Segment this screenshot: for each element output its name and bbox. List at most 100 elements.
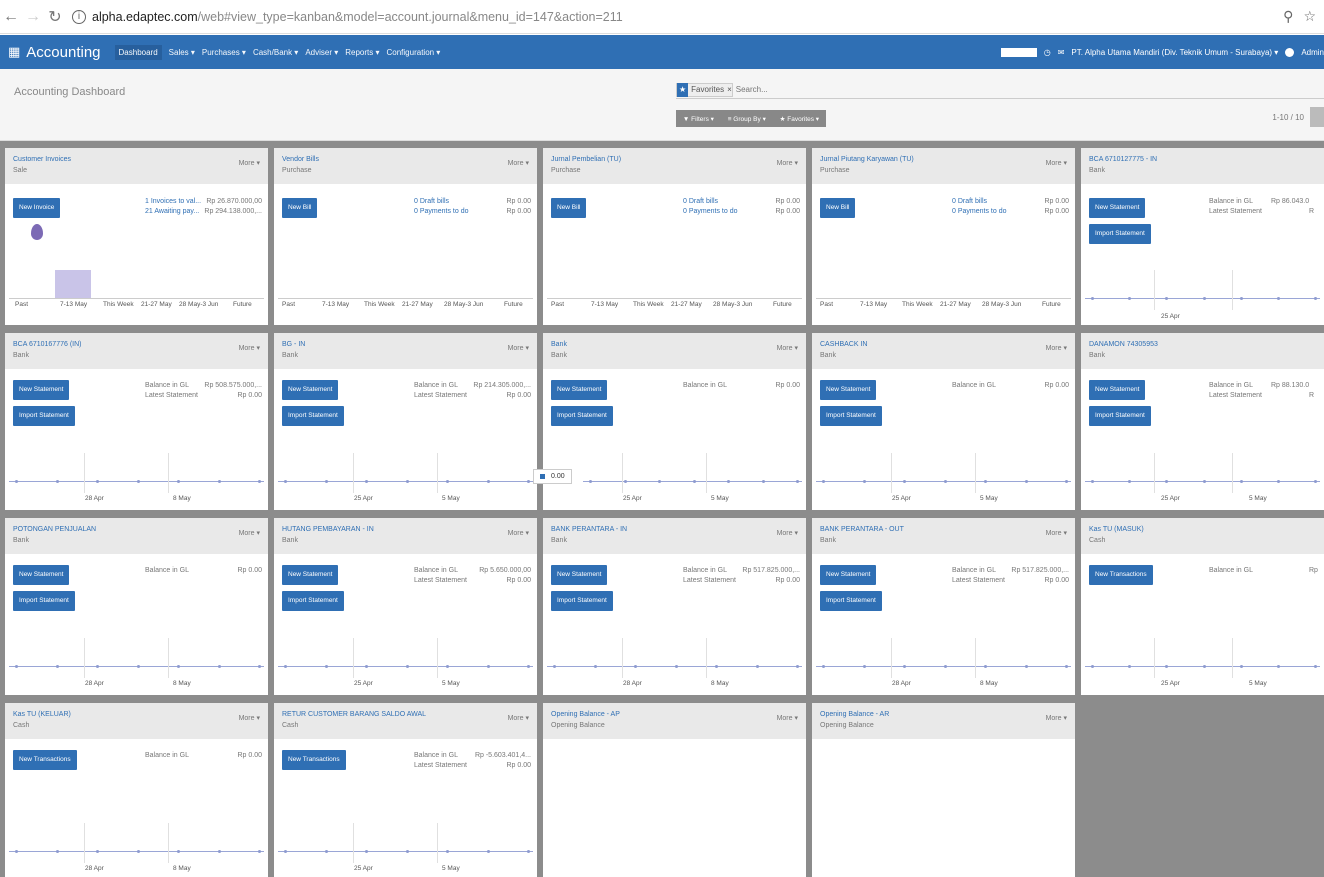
more-dropdown[interactable]: More ▾ <box>508 159 529 167</box>
more-dropdown[interactable]: More ▾ <box>777 344 798 352</box>
filters-button[interactable]: ▼ Filters ▾ <box>683 115 714 123</box>
more-dropdown[interactable]: More ▾ <box>239 714 260 722</box>
new-invoice-button[interactable]: New Invoice <box>13 198 61 218</box>
address-bar[interactable]: i alpha.edaptec.com/web#view_type=kanban… <box>72 9 623 24</box>
pager-next-button[interactable] <box>1310 107 1324 127</box>
import-statement-button[interactable]: Import Statement <box>1089 224 1151 244</box>
journal-title[interactable]: CASHBACK IN <box>820 341 867 348</box>
payments-to-do-link[interactable]: 0 Payments to do <box>414 208 468 215</box>
journal-title[interactable]: BANK PERANTARA - OUT <box>820 526 904 533</box>
menu-adviser[interactable]: Adviser ▾ <box>305 48 338 57</box>
more-dropdown[interactable]: More ▾ <box>1046 529 1067 537</box>
new-statement-button[interactable]: New Statement <box>13 565 70 585</box>
more-dropdown[interactable]: More ▾ <box>239 344 260 352</box>
journal-card[interactable]: Vendor Bills Purchase More ▾ New Bill 0 Dr… <box>274 148 537 325</box>
journal-title[interactable]: Customer Invoices <box>13 156 71 163</box>
journal-title[interactable]: Kas TU (MASUK) <box>1089 526 1144 533</box>
more-dropdown[interactable]: More ▾ <box>239 529 260 537</box>
journal-card[interactable]: DANAMON 74305953 Bank New Statement Impor… <box>1081 333 1324 510</box>
reload-icon[interactable]: ↻ <box>44 7 66 27</box>
new-statement-button[interactable]: New Statement <box>551 565 608 585</box>
menu-purchases[interactable]: Purchases ▾ <box>202 48 246 57</box>
new-transactions-button[interactable]: New Transactions <box>13 750 77 770</box>
journal-card[interactable]: Kas TU (MASUK) Cash New Transactions Bala… <box>1081 518 1324 695</box>
journal-card[interactable]: HUTANG PEMBAYARAN - IN Bank More ▾ New Sta… <box>274 518 537 695</box>
new-statement-button[interactable]: New Statement <box>282 380 339 400</box>
journal-title[interactable]: Bank <box>551 341 567 348</box>
new-statement-button[interactable]: New Statement <box>1089 198 1146 218</box>
new-bill-button[interactable]: New Bill <box>820 198 856 218</box>
groupby-button[interactable]: ≡ Group By ▾ <box>728 115 766 123</box>
import-statement-button[interactable]: Import Statement <box>820 406 882 426</box>
search-input[interactable] <box>735 85 936 94</box>
menu-cash-bank[interactable]: Cash/Bank ▾ <box>253 48 298 57</box>
journal-title[interactable]: Jurnal Pembelian (TU) <box>551 156 621 163</box>
import-statement-button[interactable]: Import Statement <box>551 591 613 611</box>
menu-sales[interactable]: Sales ▾ <box>169 48 195 57</box>
journal-card[interactable]: Kas TU (KELUAR) Cash More ▾ New Transactio… <box>5 703 268 877</box>
import-statement-button[interactable]: Import Statement <box>1089 406 1151 426</box>
import-statement-button[interactable]: Import Statement <box>282 591 344 611</box>
payments-to-do-link[interactable]: 0 Payments to do <box>952 208 1006 215</box>
new-statement-button[interactable]: New Statement <box>551 380 608 400</box>
journal-title[interactable]: BCA 6710127775 - IN <box>1089 156 1157 163</box>
journal-title[interactable]: Jurnal Piutang Karyawan (TU) <box>820 156 914 163</box>
more-dropdown[interactable]: More ▾ <box>777 529 798 537</box>
import-statement-button[interactable]: Import Statement <box>282 406 344 426</box>
journal-title[interactable]: DANAMON 74305953 <box>1089 341 1158 348</box>
journal-card[interactable]: Customer Invoices Sale More ▾ New Invoice … <box>5 148 268 325</box>
journal-title[interactable]: POTONGAN PENJUALAN <box>13 526 96 533</box>
more-dropdown[interactable]: More ▾ <box>777 159 798 167</box>
new-statement-button[interactable]: New Statement <box>1089 380 1146 400</box>
journal-card[interactable]: Bank Bank More ▾ New Statement Import Stat… <box>533 333 806 510</box>
import-statement-button[interactable]: Import Statement <box>13 406 75 426</box>
draft-bills-link[interactable]: 0 Draft bills <box>414 198 449 205</box>
journal-title[interactable]: RETUR CUSTOMER BARANG SALDO AWAL <box>282 711 426 718</box>
bookmark-star-icon[interactable]: ☆ <box>1303 8 1316 25</box>
chat-icon[interactable]: ✉ <box>1058 48 1065 57</box>
new-transactions-button[interactable]: New Transactions <box>1089 565 1153 585</box>
more-dropdown[interactable]: More ▾ <box>239 159 260 167</box>
avatar[interactable] <box>1285 47 1295 57</box>
import-statement-button[interactable]: Import Statement <box>13 591 75 611</box>
more-dropdown[interactable]: More ▾ <box>508 529 529 537</box>
journal-title[interactable]: Opening Balance - AP <box>551 711 620 718</box>
draft-bills-link[interactable]: 0 Draft bills <box>952 198 987 205</box>
favorites-button[interactable]: ★ Favorites ▾ <box>780 115 819 123</box>
more-dropdown[interactable]: More ▾ <box>1046 714 1067 722</box>
pager-value[interactable]: 1-10 / 10 <box>1272 113 1304 122</box>
journal-card[interactable]: CASHBACK IN Bank More ▾ New Statement Impo… <box>812 333 1075 510</box>
clock-icon[interactable]: ◷ <box>1044 48 1051 57</box>
journal-card[interactable]: RETUR CUSTOMER BARANG SALDO AWAL Cash More… <box>274 703 537 877</box>
new-bill-button[interactable]: New Bill <box>551 198 587 218</box>
app-title[interactable]: Accounting <box>26 44 100 61</box>
search-facet[interactable]: ★ Favorites × <box>676 82 733 97</box>
journal-card[interactable]: Jurnal Piutang Karyawan (TU) Purchase More… <box>812 148 1075 325</box>
apps-grid-icon[interactable]: ▦ <box>8 44 20 60</box>
payments-to-do-link[interactable]: 0 Payments to do <box>683 208 737 215</box>
new-statement-button[interactable]: New Statement <box>820 565 877 585</box>
invoices-to-validate-link[interactable]: 1 Invoices to val... <box>145 198 201 205</box>
journal-card[interactable]: BANK PERANTARA - OUT Bank More ▾ New State… <box>812 518 1075 695</box>
journal-title[interactable]: HUTANG PEMBAYARAN - IN <box>282 526 374 533</box>
more-dropdown[interactable]: More ▾ <box>508 344 529 352</box>
journal-card[interactable]: Opening Balance - AP Opening Balance More … <box>543 703 806 877</box>
draft-bills-link[interactable]: 0 Draft bills <box>683 198 718 205</box>
menu-configuration[interactable]: Configuration ▾ <box>387 48 441 57</box>
awaiting-payment-link[interactable]: 21 Awaiting pay... <box>145 208 199 215</box>
import-statement-button[interactable]: Import Statement <box>551 406 613 426</box>
journal-title[interactable]: Vendor Bills <box>282 156 319 163</box>
journal-card[interactable]: BANK PERANTARA - IN Bank More ▾ New Statem… <box>543 518 806 695</box>
new-bill-button[interactable]: New Bill <box>282 198 318 218</box>
forward-icon[interactable]: → <box>22 8 44 26</box>
more-dropdown[interactable]: More ▾ <box>508 714 529 722</box>
new-statement-button[interactable]: New Statement <box>13 380 70 400</box>
new-statement-button[interactable]: New Statement <box>282 565 339 585</box>
journal-title[interactable]: BG - IN <box>282 341 305 348</box>
journal-title[interactable]: Opening Balance - AR <box>820 711 889 718</box>
company-switcher[interactable]: PT. Alpha Utama Mandiri (Div. Teknik Umu… <box>1071 48 1278 57</box>
close-icon[interactable]: × <box>727 85 732 94</box>
back-icon[interactable]: ← <box>0 8 22 26</box>
import-statement-button[interactable]: Import Statement <box>820 591 882 611</box>
user-menu[interactable]: Admin <box>1301 48 1324 57</box>
